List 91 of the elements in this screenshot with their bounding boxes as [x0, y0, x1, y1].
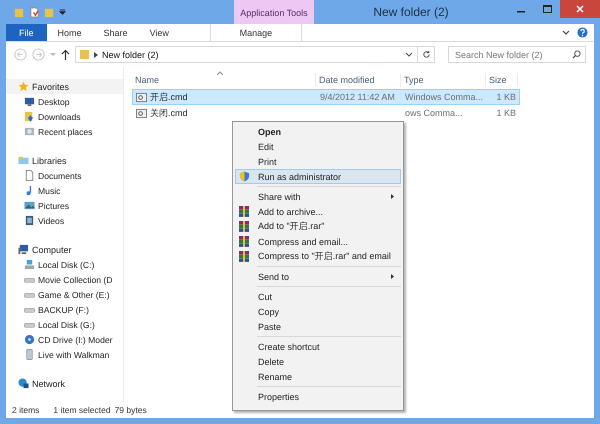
globe-icon	[18, 378, 29, 389]
contextual-tab-group: Application Tools	[234, 0, 314, 24]
computer-icon	[18, 244, 29, 255]
sidebar-item[interactable]: Pictures	[6, 198, 123, 213]
sidebar-item[interactable]: Music	[6, 183, 123, 198]
menu-item[interactable]: Share with	[235, 189, 401, 204]
menu-item[interactable]: Edit	[235, 139, 401, 154]
submenu-arrow-icon	[391, 274, 394, 279]
menu-item[interactable]: Paste	[235, 319, 401, 334]
archive-icon	[239, 221, 249, 232]
menu-item[interactable]: Properties	[235, 389, 401, 404]
menu-item[interactable]: Print	[235, 154, 401, 169]
drive-icon	[24, 259, 35, 270]
menu-item[interactable]: Run as administrator	[235, 169, 401, 184]
file-cell: Windows Comma...	[405, 92, 484, 102]
menu-item[interactable]: Send to	[235, 269, 401, 284]
ribbon-tab[interactable]: Manage	[210, 24, 302, 41]
sidebar-item[interactable]: Recent places	[6, 124, 123, 139]
help-icon[interactable]	[577, 27, 588, 38]
archive-icon	[239, 206, 249, 217]
item-count: 2 items	[12, 405, 40, 415]
column-header[interactable]: Type	[401, 73, 486, 87]
sidebar-group[interactable]: Favorites	[6, 79, 123, 94]
dropdown-icon[interactable]	[59, 8, 66, 16]
file-row[interactable]: 关闭.cmd ows Comma... 1 KB	[132, 105, 520, 121]
menu-item[interactable]: Add to archive...	[235, 204, 401, 219]
refresh-icon[interactable]	[422, 50, 431, 59]
archive-icon	[239, 251, 249, 262]
menu-item[interactable]: Compress to "开启.rar" and email	[235, 249, 401, 264]
script-file-icon	[136, 92, 147, 102]
file-name: 开启.cmd	[150, 90, 188, 104]
file-cell: 1 KB	[496, 108, 516, 118]
menu-item[interactable]: Rename	[235, 369, 401, 384]
file-cell: 1 KB	[496, 92, 516, 102]
column-header[interactable]: Date modified	[316, 73, 401, 87]
sidebar-item[interactable]: Downloads	[6, 109, 123, 124]
dropdown-icon[interactable]	[405, 52, 413, 57]
properties-icon[interactable]	[29, 6, 40, 18]
window-title: New folder (2)	[372, 4, 450, 19]
sidebar-group[interactable]: Computer	[6, 242, 123, 257]
menu-item[interactable]: Cut	[235, 289, 401, 304]
sidebar-group[interactable]: Libraries	[6, 153, 123, 168]
menu-item[interactable]: Create shortcut	[235, 339, 401, 354]
chevron-icon	[94, 52, 98, 58]
selection-size: 79 bytes	[114, 405, 147, 415]
file-cell: 9/4/2012 11:42 AM	[320, 92, 395, 102]
ribbon-tab[interactable]: Share	[92, 24, 139, 41]
sidebar-item[interactable]: CD Drive (I:) Moder	[6, 332, 123, 347]
ribbon-tab[interactable]: View	[138, 24, 180, 41]
sidebar-item[interactable]: Game & Other (E:)	[6, 287, 123, 302]
menu-item[interactable]: Copy	[235, 304, 401, 319]
ribbon-tab[interactable]: Home	[46, 24, 93, 41]
star-icon	[18, 81, 29, 92]
menu-item[interactable]: Compress and email...	[235, 234, 401, 249]
disc-icon	[24, 334, 35, 345]
column-header[interactable]: Size	[486, 73, 518, 87]
expand-ribbon-icon[interactable]	[562, 30, 570, 36]
sidebar-item[interactable]: Live with Walkman	[6, 347, 123, 362]
column-header[interactable]: Name	[132, 73, 316, 87]
address-bar[interactable]: New folder (2)	[75, 46, 435, 63]
selection-status: 1 item selected	[53, 405, 111, 415]
sidebar-item[interactable]: BACKUP (F:)	[6, 302, 123, 317]
sidebar-item[interactable]: Local Disk (G:)	[6, 317, 123, 332]
archive-icon	[239, 236, 249, 247]
file-row[interactable]: 开启.cmd 9/4/2012 11:42 AM Windows Comma... 1 KB	[132, 89, 520, 105]
file-cell: ows Comma...	[405, 108, 463, 118]
monitor-icon	[24, 96, 35, 107]
sidebar-item[interactable]: Videos	[6, 213, 123, 228]
sidebar-item[interactable]: Desktop	[6, 94, 123, 109]
script-file-icon	[136, 108, 147, 118]
device-icon	[24, 349, 35, 360]
sidebar-item[interactable]: Documents	[6, 168, 123, 183]
menu-item[interactable]: Delete	[235, 354, 401, 369]
shield-icon	[239, 171, 250, 182]
film-icon	[24, 215, 35, 226]
up-arrow-icon[interactable]	[61, 49, 70, 60]
menu-item[interactable]: Open	[235, 124, 401, 139]
close-button[interactable]	[560, 0, 600, 18]
sidebar-item[interactable]: Local Disk (C:)	[6, 257, 123, 272]
close-icon	[576, 5, 584, 13]
picture-icon	[24, 200, 35, 211]
sidebar-item[interactable]: Movie Collection (D	[6, 272, 123, 287]
sidebar-group[interactable]: Network	[6, 376, 123, 391]
document-icon	[24, 170, 35, 181]
search-icon[interactable]	[572, 50, 581, 59]
menu-item[interactable]: Add to "开启.rar"	[235, 219, 401, 234]
submenu-arrow-icon	[391, 194, 394, 199]
file-name: 关闭.cmd	[150, 106, 188, 120]
search-field[interactable]: Search New folder (2)	[448, 46, 586, 63]
file-menu-tab[interactable]: File	[6, 24, 47, 41]
maximize-icon	[542, 5, 552, 13]
